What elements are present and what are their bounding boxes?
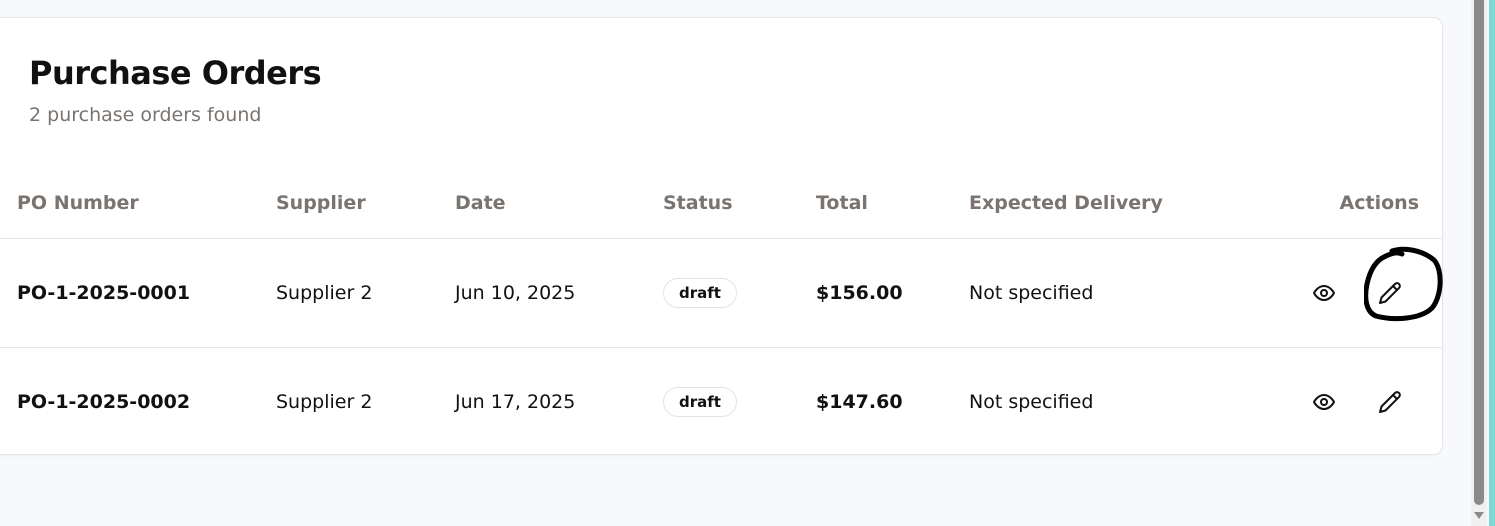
expected-delivery: Not specified — [969, 282, 1094, 304]
order-date: Jun 17, 2025 — [455, 391, 576, 413]
order-total: $147.60 — [816, 391, 903, 413]
eye-icon — [1313, 285, 1335, 301]
scrollbar-thumb[interactable] — [1474, 0, 1484, 505]
po-number[interactable]: PO-1-2025-0002 — [17, 391, 190, 413]
scroll-down-arrow[interactable] — [1474, 512, 1484, 519]
header-status[interactable]: Status — [663, 192, 733, 214]
supplier-name: Supplier 2 — [276, 282, 373, 304]
header-po-number[interactable]: PO Number — [17, 192, 139, 214]
order-total: $156.00 — [816, 282, 903, 304]
table-row[interactable]: PO-1-2025-0001 Supplier 2 Jun 10, 2025 d… — [0, 239, 1442, 348]
status-cell: draft — [663, 387, 737, 417]
header-total[interactable]: Total — [816, 192, 868, 214]
expected-delivery: Not specified — [969, 391, 1094, 413]
window-edge — [1489, 0, 1495, 526]
view-button[interactable] — [1309, 387, 1339, 417]
status-cell: draft — [663, 278, 737, 308]
edit-button[interactable] — [1375, 387, 1405, 417]
header-supplier[interactable]: Supplier — [276, 192, 366, 214]
pencil-icon — [1379, 282, 1401, 304]
header-actions: Actions — [1339, 192, 1419, 214]
page-title: Purchase Orders — [29, 54, 322, 92]
status-badge: draft — [663, 278, 737, 308]
edit-button[interactable] — [1375, 278, 1405, 308]
status-badge: draft — [663, 387, 737, 417]
header-expected-delivery[interactable]: Expected Delivery — [969, 192, 1163, 214]
eye-icon — [1313, 394, 1335, 410]
header-date[interactable]: Date — [455, 192, 506, 214]
order-date: Jun 10, 2025 — [455, 282, 576, 304]
po-number[interactable]: PO-1-2025-0001 — [17, 282, 190, 304]
view-button[interactable] — [1309, 278, 1339, 308]
pencil-icon — [1379, 391, 1401, 413]
scrollbar[interactable] — [1471, 0, 1487, 526]
results-count: 2 purchase orders found — [29, 104, 262, 126]
table-header: PO Number Supplier Date Status Total Exp… — [0, 168, 1442, 239]
table-row[interactable]: PO-1-2025-0002 Supplier 2 Jun 17, 2025 d… — [0, 348, 1442, 456]
supplier-name: Supplier 2 — [276, 391, 373, 413]
purchase-orders-card: Purchase Orders 2 purchase orders found … — [0, 17, 1443, 455]
